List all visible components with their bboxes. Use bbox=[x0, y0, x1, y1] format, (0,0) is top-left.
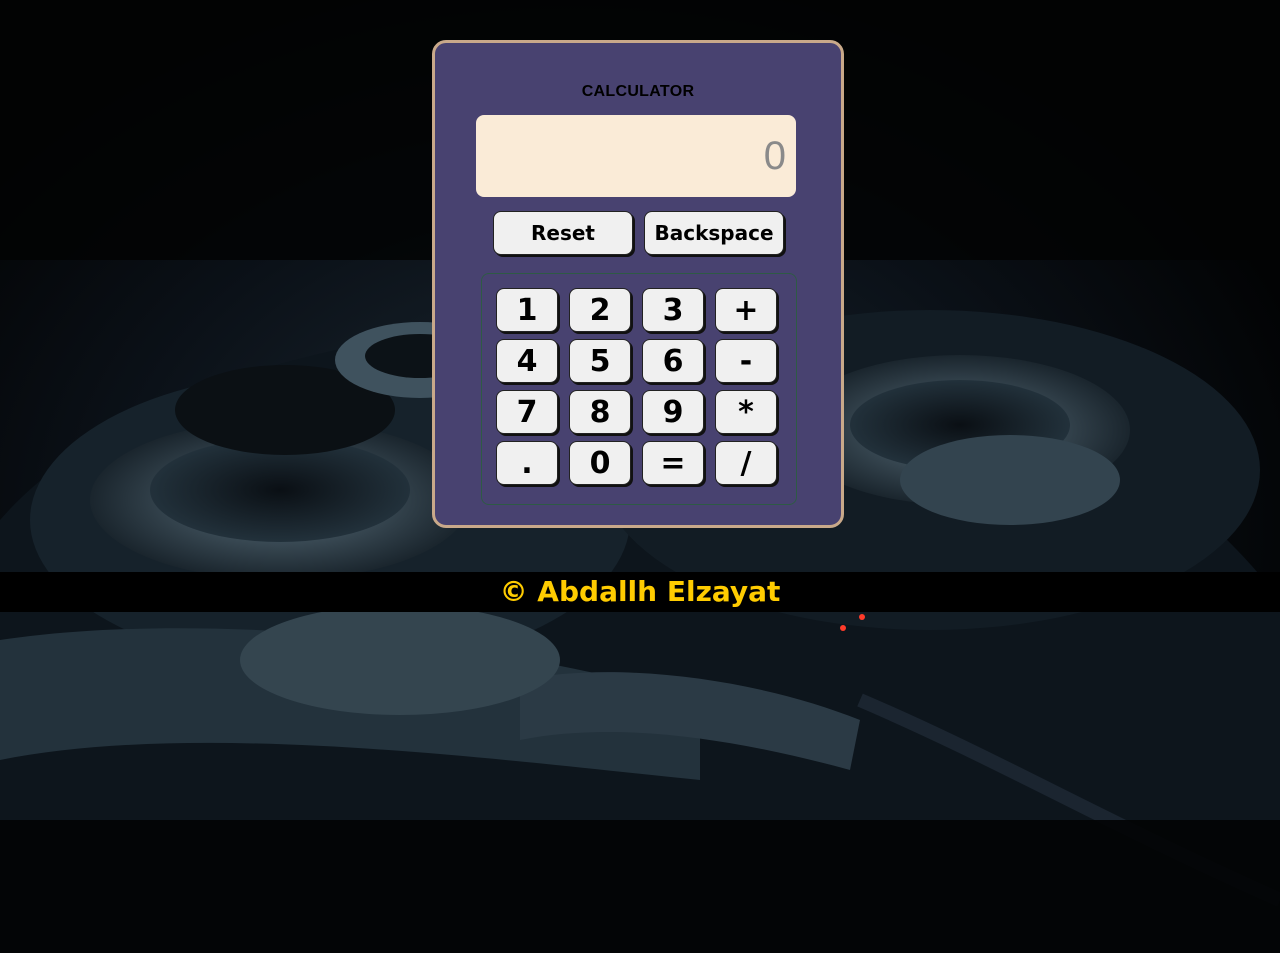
key-plus[interactable]: + bbox=[715, 288, 777, 332]
key-2[interactable]: 2 bbox=[569, 288, 631, 332]
key-0[interactable]: 0 bbox=[569, 441, 631, 485]
key-7[interactable]: 7 bbox=[496, 390, 558, 434]
key-equals[interactable]: = bbox=[642, 441, 704, 485]
key-multiply[interactable]: * bbox=[715, 390, 777, 434]
key-minus[interactable]: - bbox=[715, 339, 777, 383]
calculator-display[interactable] bbox=[476, 115, 796, 197]
keypad: 1 2 3 +4 5 6- 7 8 9 *. 0 = / bbox=[481, 273, 797, 505]
backspace-button[interactable]: Backspace bbox=[644, 211, 784, 255]
calculator-card: CALCULATOR Reset Backspace 123+456- 789*.… bbox=[432, 40, 844, 528]
key-decimal[interactable]: . bbox=[496, 441, 558, 485]
key-8[interactable]: 8 bbox=[569, 390, 631, 434]
key-5[interactable]: 5 bbox=[569, 339, 631, 383]
footer-copyright: © Abdallh Elzayat bbox=[0, 572, 1280, 612]
calculator-title: CALCULATOR bbox=[581, 83, 695, 100]
key-divide[interactable]: / bbox=[715, 441, 777, 485]
key-9[interactable]: 9 bbox=[642, 390, 704, 434]
key-4[interactable]: 4 bbox=[496, 339, 558, 383]
key-1[interactable]: 1 bbox=[496, 288, 558, 332]
reset-button[interactable]: Reset bbox=[493, 211, 633, 255]
key-6[interactable]: 6 bbox=[642, 339, 704, 383]
key-3[interactable]: 3 bbox=[642, 288, 704, 332]
